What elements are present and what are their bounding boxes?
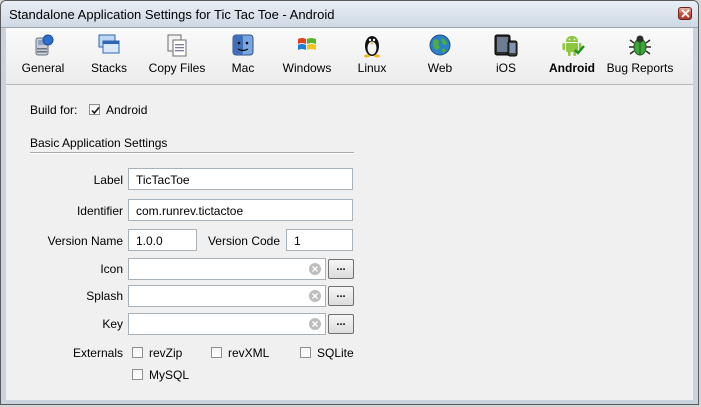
windows-icon <box>298 38 316 50</box>
tab-ios[interactable]: iOS <box>490 32 522 82</box>
build-for-android-checkbox[interactable] <box>89 104 100 115</box>
icon-field-label: Icon <box>100 262 123 276</box>
tab-label: Web <box>427 61 453 75</box>
tab-windows[interactable]: Windows <box>278 32 336 82</box>
close-icon <box>681 9 690 18</box>
revzip-label: revZip <box>149 346 183 360</box>
tab-copy-files[interactable]: Copy Files <box>144 32 210 82</box>
version-name-input[interactable]: 1.0.0 <box>128 229 197 251</box>
icon-browse-button[interactable]: ... <box>328 259 354 279</box>
general-icon <box>35 34 54 56</box>
sqlite-label: SQLite <box>317 346 354 360</box>
android-icon <box>562 36 585 56</box>
settings-window: Standalone Application Settings for Tic … <box>0 0 699 405</box>
tab-label: Mac <box>231 61 255 75</box>
label-field-label: Label <box>93 173 123 187</box>
android-settings-panel: Build for: Android Basic Application Set… <box>6 85 693 400</box>
clear-icon[interactable] <box>309 318 321 330</box>
tab-label: Windows <box>282 61 332 75</box>
linux-icon <box>364 36 380 58</box>
tab-label: Android <box>549 61 595 75</box>
tab-bug-reports[interactable]: Bug Reports <box>606 32 674 82</box>
splash-field-label: Splash <box>86 289 123 303</box>
mysql-label: MySQL <box>149 368 190 382</box>
build-for-platform-label: Android <box>106 103 148 117</box>
revzip-checkbox[interactable] <box>132 347 143 358</box>
tab-label: Bug Reports <box>606 61 674 75</box>
identifier-field-label: Identifier <box>76 204 123 218</box>
version-code-input[interactable]: 1 <box>286 229 353 251</box>
splash-path-input[interactable] <box>128 285 326 307</box>
clear-icon[interactable] <box>309 263 321 275</box>
clear-icon[interactable] <box>309 290 321 302</box>
bug-icon <box>629 35 651 56</box>
mac-icon <box>232 34 254 56</box>
tab-stacks[interactable]: Stacks <box>86 32 132 82</box>
stacks-icon <box>98 34 120 54</box>
splash-browse-button[interactable]: ... <box>328 286 354 306</box>
close-button[interactable] <box>678 7 692 20</box>
identifier-input[interactable]: com.runrev.tictactoe <box>128 199 353 221</box>
ios-icon <box>494 34 518 57</box>
tab-label: Stacks <box>90 61 127 75</box>
key-path-input[interactable] <box>128 313 326 335</box>
build-for-label: Build for: <box>30 103 78 117</box>
revxml-checkbox[interactable] <box>211 347 222 358</box>
version-code-label: Version Code <box>207 234 280 248</box>
tab-web[interactable]: Web <box>424 32 456 82</box>
title-bar[interactable]: Standalone Application Settings for Tic … <box>1 1 698 28</box>
key-field-label: Key <box>102 317 123 331</box>
revxml-label: revXML <box>228 346 270 360</box>
copy-files-icon <box>167 34 187 57</box>
tab-label: General <box>21 61 65 75</box>
tab-linux[interactable]: Linux <box>353 32 391 82</box>
tab-mac[interactable]: Mac <box>225 32 261 82</box>
key-browse-button[interactable]: ... <box>328 314 354 334</box>
checkmark-icon <box>91 106 100 115</box>
section-title: Basic Application Settings <box>30 136 168 150</box>
externals-label: Externals <box>72 346 123 360</box>
mysql-checkbox[interactable] <box>132 369 143 380</box>
section-divider <box>30 152 354 154</box>
tab-label: iOS <box>495 61 516 75</box>
label-input[interactable]: TicTacToe <box>128 168 353 190</box>
window-title: Standalone Application Settings for Tic … <box>9 7 335 22</box>
tab-label: Copy Files <box>148 61 206 75</box>
category-toolbar: General Stacks Copy Files Mac Windows Li… <box>6 28 693 85</box>
version-name-label: Version Name <box>47 234 123 248</box>
tab-label: Linux <box>357 61 387 75</box>
icon-path-input[interactable] <box>128 258 326 280</box>
tab-android[interactable]: Android <box>546 32 598 82</box>
web-icon <box>429 34 451 56</box>
tab-general[interactable]: General <box>18 32 68 82</box>
sqlite-checkbox[interactable] <box>300 347 311 358</box>
